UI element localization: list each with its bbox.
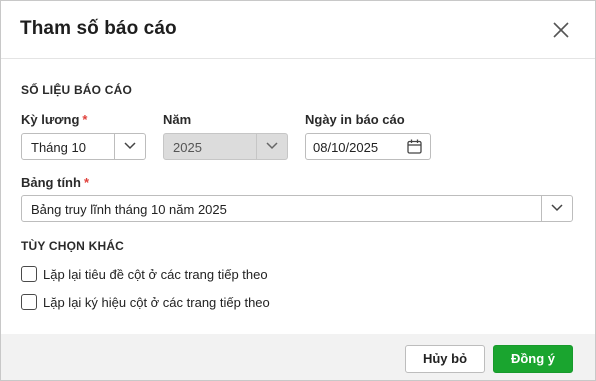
sheet-select[interactable]: Bảng truy lĩnh tháng 10 năm 2025 bbox=[21, 195, 573, 222]
dialog-footer: Hủy bỏ Đồng ý bbox=[1, 334, 595, 380]
sheet-dropdown-toggle[interactable] bbox=[541, 196, 572, 221]
sheet-value: Bảng truy lĩnh tháng 10 năm 2025 bbox=[31, 202, 227, 217]
required-mark: * bbox=[82, 112, 88, 127]
dialog-header: Tham số báo cáo bbox=[1, 1, 595, 59]
calendar-icon bbox=[407, 139, 422, 154]
repeat-column-titles-checkbox[interactable] bbox=[21, 266, 37, 282]
sheet-label-text: Bảng tính bbox=[21, 175, 81, 190]
pay-period-value: Tháng 10 bbox=[31, 140, 86, 155]
ok-button[interactable]: Đồng ý bbox=[493, 345, 573, 373]
repeat-column-titles-label[interactable]: Lặp lại tiêu đề cột ở các trang tiếp the… bbox=[43, 267, 268, 282]
repeat-column-symbols-checkbox[interactable] bbox=[21, 294, 37, 310]
year-select: 2025 bbox=[163, 133, 288, 160]
year-dropdown-toggle bbox=[256, 134, 287, 159]
section-report-data-label: SỐ LIỆU BÁO CÁO bbox=[21, 83, 133, 97]
pay-period-label-text: Kỳ lương bbox=[21, 112, 80, 127]
section-other-options-label: TÙY CHỌN KHÁC bbox=[21, 239, 125, 253]
pay-period-select[interactable]: Tháng 10 bbox=[21, 133, 146, 160]
close-button[interactable] bbox=[550, 19, 572, 41]
pay-period-label: Kỳ lương * bbox=[21, 112, 87, 127]
print-date-input[interactable]: 08/10/2025 bbox=[305, 133, 431, 160]
year-value: 2025 bbox=[173, 140, 202, 155]
required-mark: * bbox=[83, 175, 89, 190]
pay-period-dropdown-toggle[interactable] bbox=[114, 134, 145, 159]
print-date-label: Ngày in báo cáo bbox=[305, 112, 405, 127]
chevron-down-icon bbox=[124, 142, 136, 150]
close-icon bbox=[553, 22, 569, 38]
chevron-down-icon bbox=[551, 204, 563, 212]
dialog-title: Tham số báo cáo bbox=[20, 18, 177, 39]
year-label: Năm bbox=[163, 112, 192, 127]
calendar-button[interactable] bbox=[407, 139, 422, 157]
print-date-value: 08/10/2025 bbox=[313, 140, 379, 155]
chevron-down-icon bbox=[266, 142, 278, 150]
repeat-column-symbols-label[interactable]: Lặp lại ký hiệu cột ở các trang tiếp the… bbox=[43, 295, 270, 310]
cancel-button[interactable]: Hủy bỏ bbox=[405, 345, 485, 373]
report-parameters-dialog: Tham số báo cáo SỐ LIỆU BÁO CÁO Kỳ lương… bbox=[0, 0, 596, 381]
sheet-label: Bảng tính * bbox=[21, 175, 89, 190]
